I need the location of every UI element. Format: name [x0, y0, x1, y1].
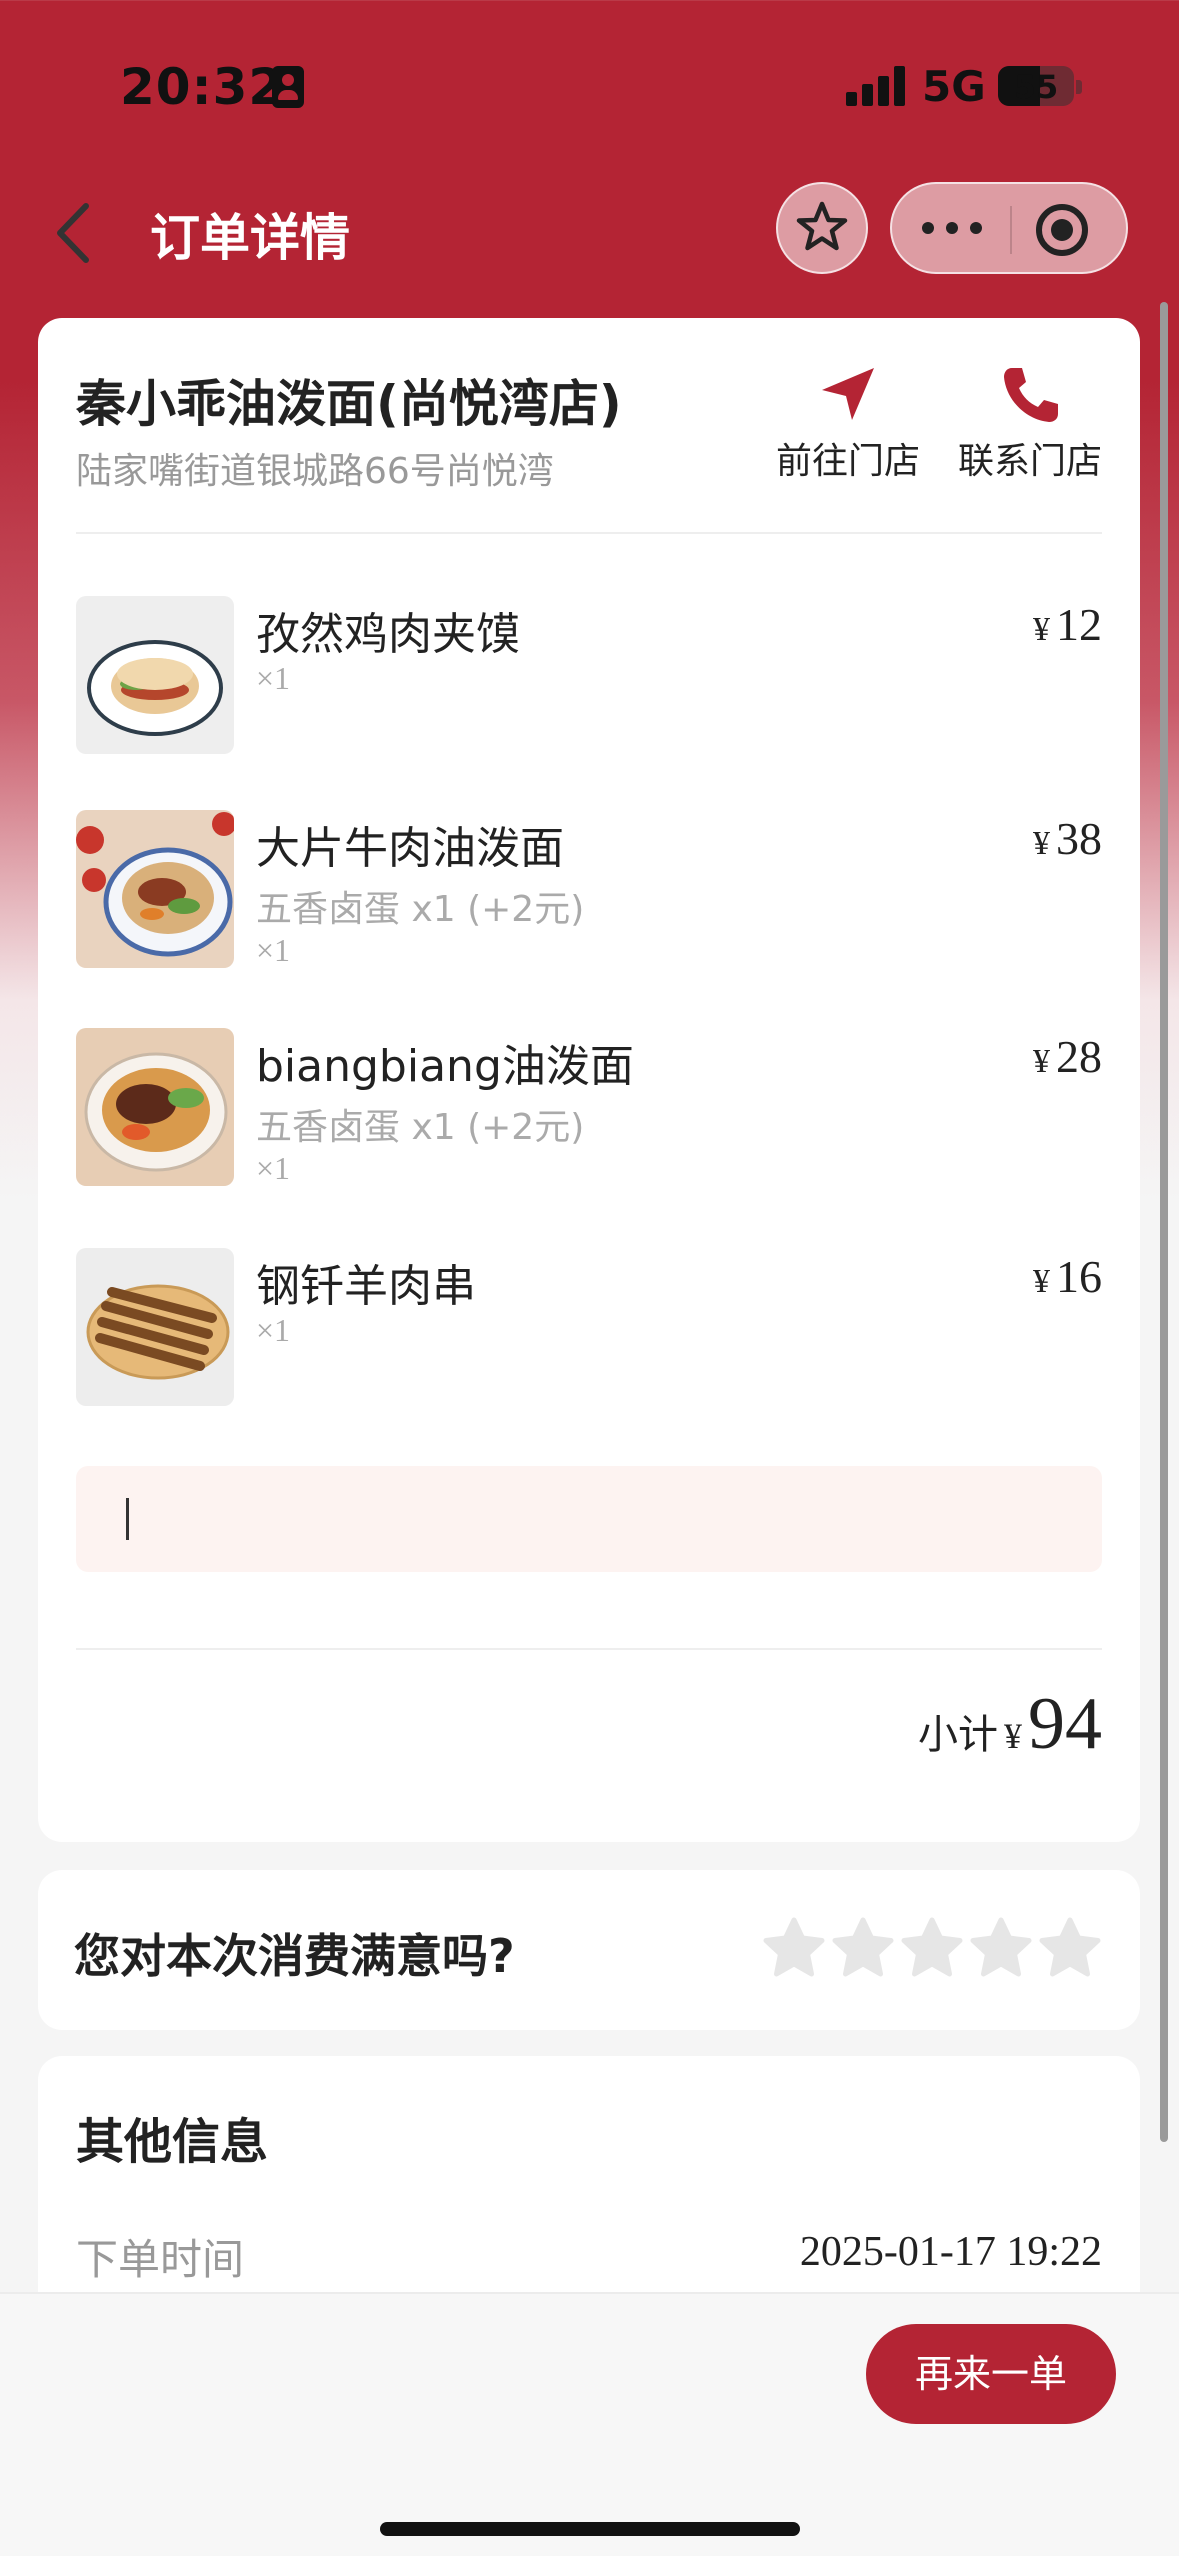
status-bar: 20:32 5G 55 — [0, 0, 1179, 170]
item-image-lamb-skewers — [76, 1248, 234, 1406]
back-button[interactable] — [46, 198, 106, 268]
item-image-beef-noodles — [76, 810, 234, 968]
currency-symbol: ¥ — [1033, 825, 1050, 862]
currency-symbol: ¥ — [1033, 1043, 1050, 1080]
order-item: 钢钎羊肉串 ×1 ¥16 — [76, 1248, 1102, 1418]
phone-icon — [1004, 368, 1058, 422]
item-price-value: 12 — [1056, 599, 1102, 650]
item-price: ¥38 — [1033, 812, 1102, 865]
divider — [76, 532, 1102, 534]
other-info-title: 其他信息 — [76, 2114, 269, 2170]
item-price: ¥28 — [1033, 1030, 1102, 1083]
back-chevron-icon — [57, 203, 89, 263]
order-item: 大片牛肉油泼面 五香卤蛋 x1 (+2元) ×1 ¥38 — [76, 810, 1102, 980]
contact-card-icon — [272, 66, 304, 108]
rating-star-icon[interactable] — [900, 1916, 964, 1980]
order-card: 秦小乖油泼面(尚悦湾店) 陆家嘴街道银城路66号尚悦湾 前往门店 联系门店 孜然… — [38, 318, 1140, 1842]
item-image-biangbiang-noodles — [76, 1028, 234, 1186]
rating-star-icon[interactable] — [831, 1916, 895, 1980]
item-price-value: 16 — [1056, 1251, 1102, 1302]
item-image-roujiamo — [76, 596, 234, 754]
signal-icon — [846, 66, 906, 106]
item-quantity: ×1 — [256, 932, 291, 968]
more-dots-icon[interactable] — [922, 222, 982, 236]
scrollbar[interactable] — [1160, 302, 1168, 2142]
item-name: 孜然鸡肉夹馍 — [256, 609, 520, 660]
currency-symbol: ¥ — [1033, 1263, 1050, 1300]
store-name: 秦小乖油泼面(尚悦湾店) — [76, 375, 622, 433]
item-quantity: ×1 — [256, 660, 291, 696]
contact-store-button[interactable]: 联系门店 — [950, 362, 1110, 484]
text-cursor — [126, 1498, 129, 1540]
rating-star-icon[interactable] — [762, 1916, 826, 1980]
rating-question: 您对本次消费满意吗? — [74, 1929, 515, 1983]
rating-card: 您对本次消费满意吗? — [38, 1870, 1140, 2030]
nav-bar: 订单详情 — [0, 170, 1179, 310]
battery-level: 55 — [1013, 68, 1059, 106]
network-type: 5G — [922, 62, 986, 111]
order-item: 孜然鸡肉夹馍 ×1 ¥12 — [76, 596, 1102, 766]
reorder-button[interactable]: 再来一单 — [866, 2324, 1116, 2424]
order-note-field[interactable] — [76, 1466, 1102, 1572]
item-price-value: 38 — [1056, 813, 1102, 864]
store-address: 陆家嘴街道银城路66号尚悦湾 — [76, 451, 554, 492]
contact-store-label: 联系门店 — [957, 441, 1102, 482]
item-price: ¥16 — [1033, 1250, 1102, 1303]
star-rating — [762, 1916, 1112, 1980]
order-time-label: 下单时间 — [76, 2235, 245, 2284]
item-price: ¥12 — [1033, 598, 1102, 651]
subtotal-label: 小计 — [918, 1712, 998, 1758]
order-item: biangbiang油泼面 五香卤蛋 x1 (+2元) ×1 ¥28 — [76, 1028, 1102, 1198]
page-title: 订单详情 — [150, 209, 350, 267]
item-name: biangbiang油泼面 — [256, 1041, 634, 1092]
battery-icon: 55 — [998, 66, 1074, 106]
home-indicator[interactable] — [380, 2522, 800, 2536]
status-time: 20:32 — [120, 58, 285, 116]
mini-program-capsule — [890, 182, 1128, 274]
navigate-store-label: 前往门店 — [775, 441, 920, 482]
item-option: 五香卤蛋 x1 (+2元) — [256, 889, 585, 930]
item-quantity: ×1 — [256, 1150, 291, 1186]
order-time-value: 2025-01-17 19:22 — [799, 2229, 1102, 2275]
target-icon[interactable] — [1036, 204, 1088, 256]
star-icon — [796, 201, 848, 251]
navigation-arrow-icon — [822, 368, 874, 420]
item-option: 五香卤蛋 x1 (+2元) — [256, 1107, 585, 1148]
item-quantity: ×1 — [256, 1312, 291, 1348]
item-price-value: 28 — [1056, 1031, 1102, 1082]
rating-star-icon[interactable] — [969, 1916, 1033, 1980]
item-name: 大片牛肉油泼面 — [256, 823, 564, 874]
bottom-action-bar: 再来一单 — [0, 2292, 1179, 2556]
divider — [76, 1648, 1102, 1650]
navigate-store-button[interactable]: 前往门店 — [768, 362, 928, 484]
subtotal-amount: 94 — [1028, 1683, 1102, 1765]
rating-star-icon[interactable] — [1038, 1916, 1102, 1980]
favorite-button[interactable] — [776, 182, 868, 274]
currency-symbol: ¥ — [1004, 1716, 1022, 1756]
item-name: 钢钎羊肉串 — [256, 1261, 476, 1312]
currency-symbol: ¥ — [1033, 611, 1050, 648]
subtotal: 小计 ¥94 — [918, 1682, 1102, 1767]
